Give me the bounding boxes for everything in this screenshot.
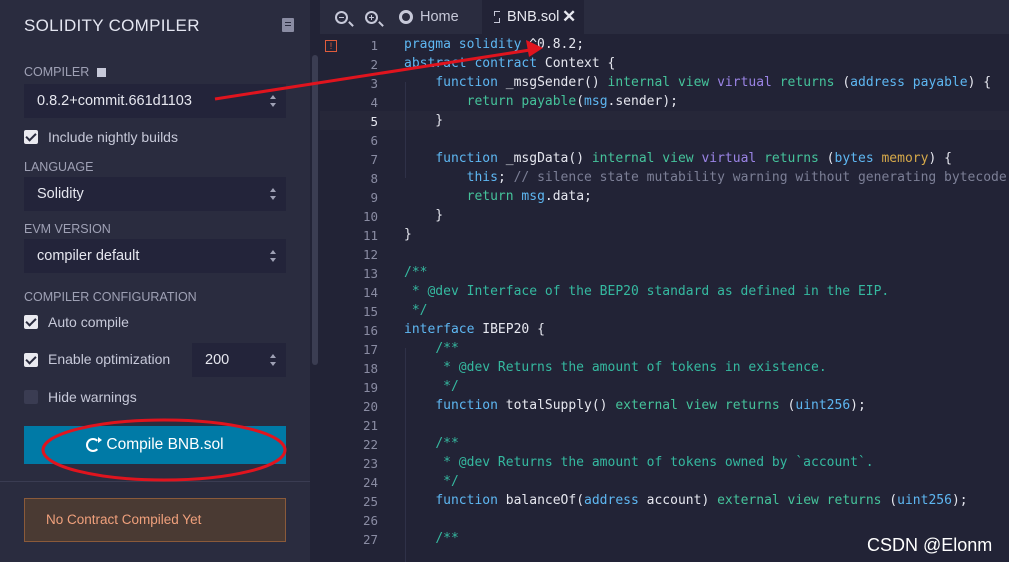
line-number: 3 bbox=[370, 76, 378, 91]
line-number: 8 bbox=[370, 171, 378, 186]
line-number: 27 bbox=[362, 532, 378, 547]
line-number: 7 bbox=[370, 152, 378, 167]
close-tab-icon[interactable]: ✕ bbox=[562, 0, 576, 34]
optimization-runs-value: 200 bbox=[205, 352, 230, 368]
code-line: * @dev Interface of the BEP20 standard a… bbox=[404, 284, 890, 299]
line-number: 19 bbox=[362, 380, 378, 395]
zoom-out-icon[interactable] bbox=[335, 11, 354, 27]
status-message: No Contract Compiled Yet bbox=[46, 512, 202, 527]
code-line: /** bbox=[435, 531, 459, 546]
refresh-icon bbox=[86, 437, 103, 452]
enable-optimization-label: Enable optimization bbox=[48, 351, 171, 367]
line-number: 6 bbox=[370, 133, 378, 148]
line-number: 9 bbox=[370, 190, 378, 205]
select-arrows-icon bbox=[269, 187, 277, 201]
code-line: return msg.data; bbox=[466, 189, 592, 204]
compiler-version-value: 0.8.2+commit.661d1103 bbox=[37, 93, 192, 109]
checkbox-checked-icon[interactable] bbox=[24, 353, 38, 367]
divider bbox=[0, 481, 310, 482]
language-label: LANGUAGE bbox=[24, 160, 94, 174]
hide-warnings-label: Hide warnings bbox=[48, 389, 137, 405]
code-line: */ bbox=[404, 474, 459, 489]
warning-icon[interactable]: ! bbox=[325, 40, 337, 52]
code-line: /** bbox=[404, 265, 428, 280]
select-arrows-icon bbox=[269, 249, 277, 263]
code-line: pragma solidity ^0.8.2; bbox=[404, 37, 585, 52]
code-line: abstract contract Context { bbox=[404, 56, 616, 71]
code-line: */ bbox=[404, 379, 459, 394]
code-line: * @dev Returns the amount of tokens owne… bbox=[404, 455, 874, 470]
evm-version-select[interactable]: compiler default bbox=[24, 239, 286, 273]
compile-button[interactable]: Compile BNB.sol bbox=[24, 426, 286, 464]
evm-version-value: compiler default bbox=[37, 248, 140, 264]
line-number: 13 bbox=[362, 266, 378, 281]
remix-home-icon bbox=[399, 10, 413, 24]
line-number: 23 bbox=[362, 456, 378, 471]
compile-status-alert: No Contract Compiled Yet bbox=[24, 498, 286, 542]
line-number: 24 bbox=[362, 475, 378, 490]
code-line: function balanceOf(address account) exte… bbox=[435, 493, 968, 508]
panel-title: SOLIDITY COMPILER bbox=[24, 16, 200, 35]
line-number: 15 bbox=[362, 304, 378, 319]
add-compiler-icon[interactable] bbox=[96, 68, 106, 77]
solidity-file-icon bbox=[494, 11, 500, 23]
line-number: 14 bbox=[362, 285, 378, 300]
panel-scrollbar[interactable] bbox=[312, 55, 318, 365]
code-line: } bbox=[404, 113, 444, 128]
line-number: 20 bbox=[362, 399, 378, 414]
line-number: 10 bbox=[362, 209, 378, 224]
code-line: function _msgSender() internal view virt… bbox=[435, 75, 992, 90]
stepper-arrows-icon[interactable] bbox=[269, 353, 277, 367]
include-nightly-label: Include nightly builds bbox=[48, 129, 178, 145]
code-line: /** bbox=[435, 341, 459, 356]
line-number: 1 bbox=[370, 38, 378, 53]
zoom-in-icon[interactable] bbox=[365, 11, 384, 27]
optimization-runs-input[interactable]: 200 bbox=[192, 343, 286, 377]
code-line: /** bbox=[435, 436, 459, 451]
line-number: 21 bbox=[362, 418, 378, 433]
line-number: 4 bbox=[370, 95, 378, 110]
checkbox-unchecked-icon[interactable] bbox=[24, 390, 38, 404]
code-line: } bbox=[404, 208, 444, 223]
line-number: 12 bbox=[362, 247, 378, 262]
language-value: Solidity bbox=[37, 186, 84, 202]
line-number: 22 bbox=[362, 437, 378, 452]
code-line: } bbox=[404, 227, 412, 242]
tab-bnb-sol[interactable]: BNB.sol ✕ bbox=[482, 0, 584, 34]
line-number: 2 bbox=[370, 57, 378, 72]
line-number: 17 bbox=[362, 342, 378, 357]
code-editor[interactable]: ! 1 2 3 4 5 6 7 8 9 10 11 12 13 14 15 16 17 18 19 20 21 22 23 2… bbox=[320, 34, 1009, 562]
compiler-config-label: COMPILER CONFIGURATION bbox=[24, 290, 197, 304]
line-number: 26 bbox=[362, 513, 378, 528]
documentation-icon[interactable] bbox=[282, 18, 294, 32]
checkbox-checked-icon[interactable] bbox=[24, 315, 38, 329]
line-number: 5 bbox=[370, 114, 378, 129]
line-number: 16 bbox=[362, 323, 378, 338]
compile-button-label: Compile BNB.sol bbox=[106, 436, 224, 453]
code-line: return payable(msg.sender); bbox=[466, 94, 678, 109]
tab-file-label: BNB.sol bbox=[507, 9, 560, 25]
checkbox-checked-icon[interactable] bbox=[24, 130, 38, 144]
language-select[interactable]: Solidity bbox=[24, 177, 286, 211]
line-number: 18 bbox=[362, 361, 378, 376]
code-line: */ bbox=[404, 303, 428, 318]
solidity-compiler-panel: SOLIDITY COMPILER COMPILER 0.8.2+commit.… bbox=[0, 0, 310, 562]
select-arrows-icon bbox=[269, 94, 277, 108]
compiler-version-select[interactable]: 0.8.2+commit.661d1103 bbox=[24, 84, 286, 118]
watermark: CSDN @Elonm bbox=[867, 535, 993, 555]
code-line: * @dev Returns the amount of tokens in e… bbox=[404, 360, 827, 375]
code-line: interface IBEP20 { bbox=[404, 322, 545, 337]
evm-version-label: EVM VERSION bbox=[24, 222, 111, 236]
tab-home[interactable]: Home bbox=[395, 0, 485, 34]
code-line: this; // silence state mutability warnin… bbox=[466, 170, 1009, 185]
line-number: 25 bbox=[362, 494, 378, 509]
auto-compile-label: Auto compile bbox=[48, 314, 129, 330]
compiler-label: COMPILER bbox=[24, 65, 106, 79]
code-line: function _msgData() internal view virtua… bbox=[435, 151, 952, 166]
line-number: 11 bbox=[362, 228, 378, 243]
code-line: function totalSupply() external view ret… bbox=[435, 398, 866, 413]
tab-home-label: Home bbox=[420, 9, 459, 25]
